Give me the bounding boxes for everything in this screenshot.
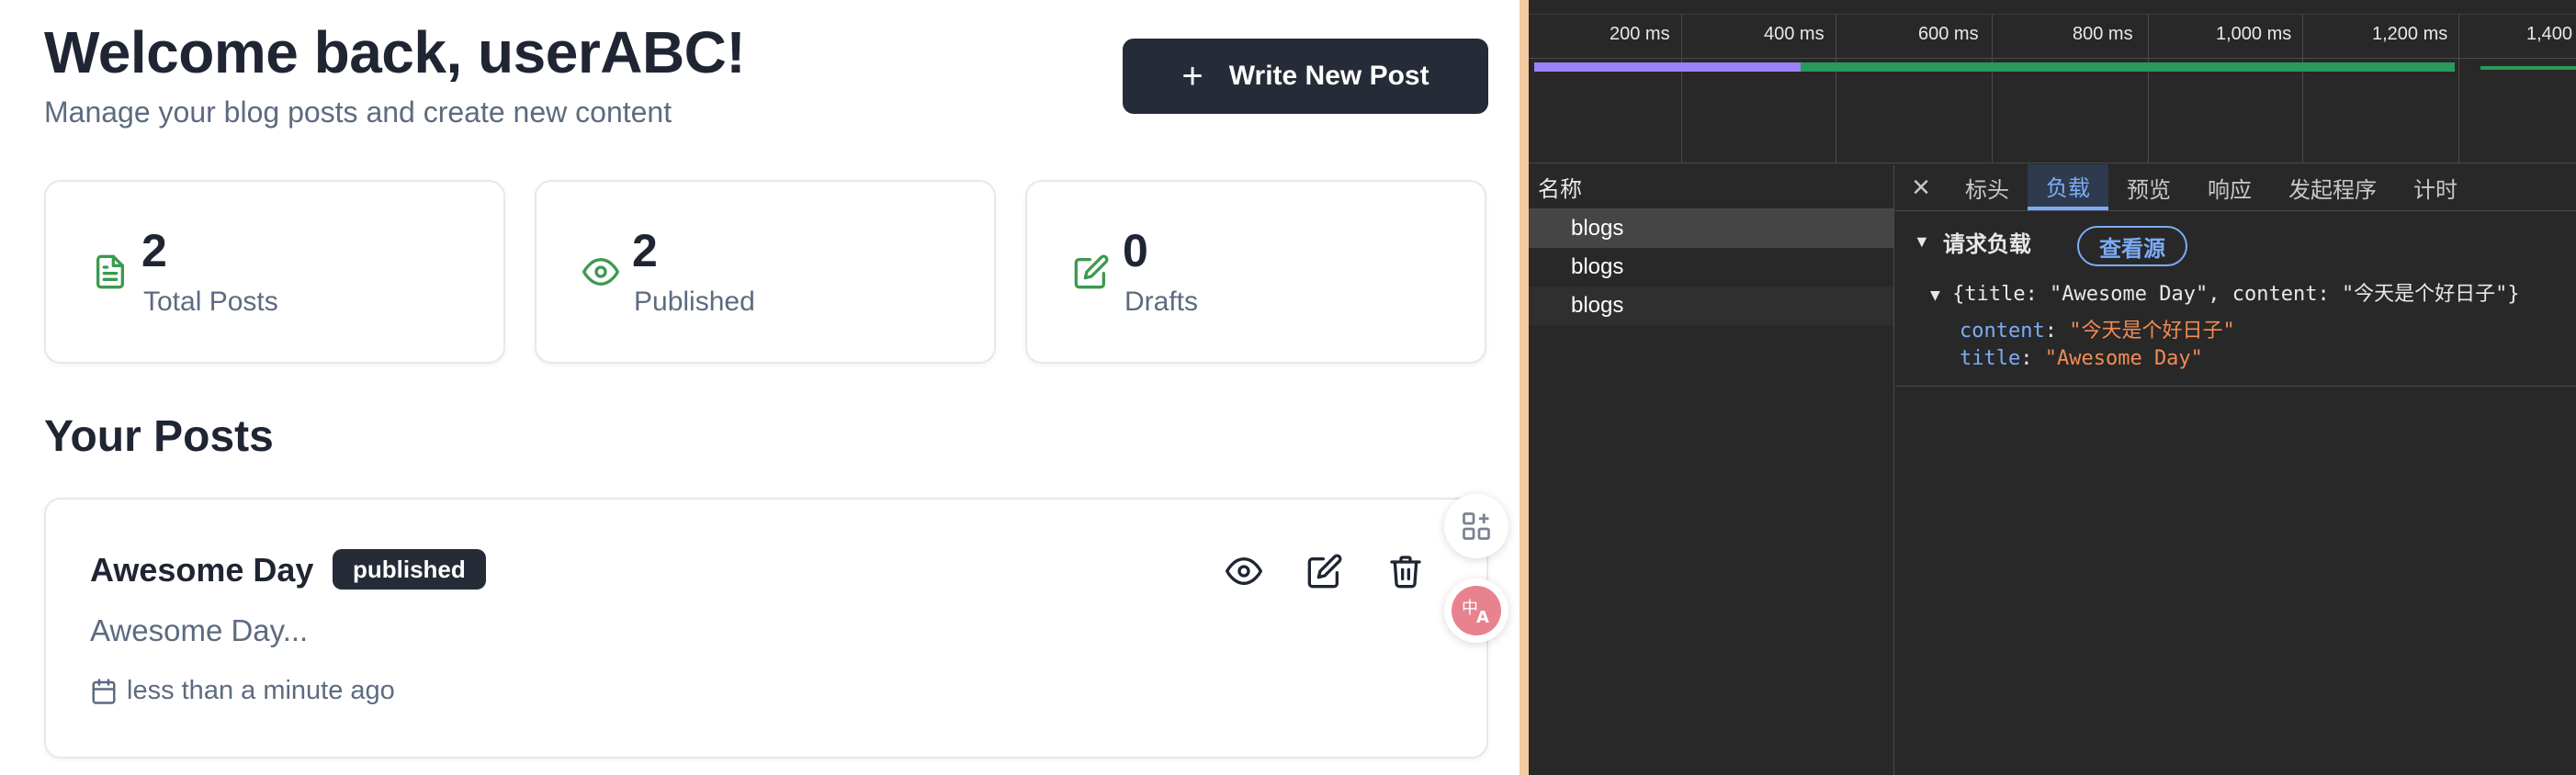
property-value: "今天是个好日子" — [2069, 320, 2235, 343]
stat-value: 2 — [632, 225, 658, 276]
timeline-tick: 400 ms — [1764, 24, 1825, 44]
close-icon[interactable]: × — [1895, 164, 1947, 210]
expand-triangle-icon: ▼ — [1930, 286, 1940, 305]
timeline-overview[interactable] — [1529, 59, 2576, 163]
post-excerpt: Awesome Day... — [90, 613, 309, 647]
timeline-waiting-bar — [1534, 62, 1801, 72]
section-divider — [1895, 386, 2576, 387]
svg-text:A: A — [1476, 608, 1489, 627]
file-text-icon — [96, 254, 124, 289]
request-row[interactable]: blogs — [1529, 286, 1893, 325]
plus-icon: + — [1181, 56, 1203, 96]
tab-preview[interactable]: 预览 — [2108, 164, 2189, 210]
timeline-tick: 1,400 — [2526, 24, 2573, 44]
stat-card-drafts: 0 Drafts — [1025, 180, 1486, 364]
write-new-post-button[interactable]: + Write New Post — [1123, 39, 1488, 114]
post-title[interactable]: Awesome Day — [90, 551, 313, 590]
property-value: "Awesome Day" — [2044, 347, 2203, 370]
stat-label: Total Posts — [143, 286, 278, 317]
timeline-tick: 800 ms — [2073, 24, 2133, 44]
edit-icon — [1074, 254, 1109, 289]
devtools-toolbar — [1529, 0, 2576, 15]
eye-icon — [582, 258, 619, 286]
floating-translate-button[interactable]: 中 A — [1444, 578, 1508, 643]
stat-card-total-posts: 2 Total Posts — [44, 180, 505, 364]
view-source-button[interactable]: 查看源 — [2077, 226, 2187, 266]
translate-icon: 中 A — [1452, 586, 1501, 635]
status-badge: published — [333, 549, 486, 590]
expand-triangle-icon: ▼ — [1914, 232, 1930, 251]
write-new-post-label: Write New Post — [1228, 61, 1429, 91]
timeline-tick: 1,000 ms — [2216, 24, 2292, 44]
post-date-text: less than a minute ago — [127, 676, 395, 705]
tab-payload[interactable]: 负载 — [2028, 164, 2108, 210]
stat-value: 2 — [141, 225, 167, 276]
payload-property-content: content: "今天是个好日子" — [1960, 320, 2235, 343]
stat-label: Drafts — [1124, 286, 1199, 317]
stat-label: Published — [634, 286, 755, 317]
request-details: × 标头 负载 预览 响应 发起程序 计时 ▼ 请求负载 查看源 ▼ {titl… — [1895, 164, 2576, 775]
name-column-header[interactable]: 名称 — [1529, 165, 1893, 209]
timeline-tick: 1,200 ms — [2372, 24, 2448, 44]
request-payload-title: 请求负载 — [1942, 232, 2031, 257]
pane-separator[interactable] — [1520, 0, 1529, 775]
welcome-heading: Welcome back, userABC! — [44, 19, 746, 85]
request-row[interactable]: blogs — [1529, 209, 1893, 248]
tab-response[interactable]: 响应 — [2189, 164, 2270, 210]
devtools-network-panel: 200 ms 400 ms 600 ms 800 ms 1,000 ms 1,2… — [1529, 0, 2576, 775]
payload-summary-text: {title: "Awesome Day", content: "今天是个好日子… — [1952, 283, 2520, 306]
edit-post-icon[interactable] — [1306, 553, 1343, 590]
property-key: content — [1960, 320, 2045, 343]
timeline-bar-tail — [2480, 66, 2576, 70]
details-tab-bar: × 标头 负载 预览 响应 发起程序 计时 — [1895, 164, 2576, 211]
post-card[interactable]: Awesome Day published Awesome Day... les… — [44, 498, 1488, 758]
request-list: 名称 blogs blogs blogs — [1529, 165, 1894, 775]
blog-dashboard: Welcome back, userABC! Manage your blog … — [0, 0, 1520, 775]
view-post-eye-icon[interactable] — [1226, 553, 1262, 590]
section-title: Your Posts — [44, 412, 274, 461]
tab-initiator[interactable]: 发起程序 — [2270, 164, 2395, 210]
calendar-icon — [92, 678, 116, 704]
floating-ai-widget-button[interactable] — [1444, 494, 1508, 558]
request-row[interactable]: blogs — [1529, 248, 1893, 286]
stat-value: 0 — [1123, 225, 1148, 276]
property-key: title — [1960, 347, 2021, 370]
post-date: less than a minute ago — [90, 676, 395, 706]
timeline-tick: 200 ms — [1610, 24, 1670, 44]
grid-sparkle-icon — [1463, 512, 1490, 540]
welcome-subtitle: Manage your blog posts and create new co… — [44, 95, 672, 129]
payload-object-summary[interactable]: ▼ {title: "Awesome Day", content: "今天是个好… — [1930, 277, 2520, 307]
tab-headers[interactable]: 标头 — [1947, 164, 2028, 210]
request-payload-section[interactable]: ▼ 请求负载 — [1914, 226, 2031, 258]
stat-card-published: 2 Published — [535, 180, 996, 364]
timeline-tick: 600 ms — [1918, 24, 1979, 44]
payload-property-title: title: "Awesome Day" — [1960, 347, 2203, 370]
tab-timing[interactable]: 计时 — [2395, 164, 2476, 210]
timeline-download-bar — [1801, 62, 2455, 72]
timeline-ruler: 200 ms 400 ms 600 ms 800 ms 1,000 ms 1,2… — [1529, 15, 2576, 59]
delete-post-trash-icon[interactable] — [1387, 553, 1424, 590]
